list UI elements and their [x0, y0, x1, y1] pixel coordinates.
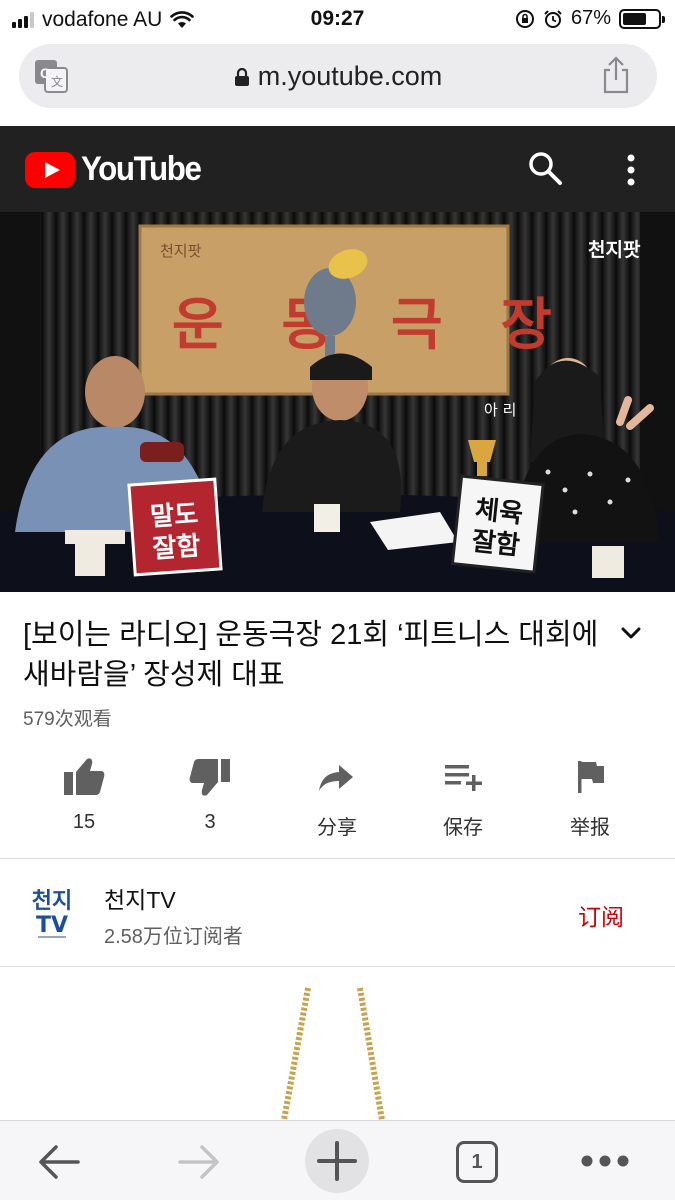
youtube-logo[interactable]: YouTube [25, 150, 211, 189]
address-bar[interactable]: G 文 m.youtube.com [19, 44, 657, 108]
lock-icon [234, 68, 249, 86]
url-display[interactable]: m.youtube.com [19, 61, 657, 92]
forward-arrow-icon[interactable] [176, 1139, 222, 1185]
save-button[interactable]: 保存 [408, 755, 518, 840]
channel-watermark: 천지팟 [588, 239, 641, 261]
backdrop-title: 운동극장 [172, 293, 610, 358]
new-tab-button[interactable] [305, 1129, 369, 1193]
url-text: m.youtube.com [257, 61, 443, 91]
like-button[interactable]: 15 [29, 755, 139, 834]
browser-toolbar: 1 [0, 1120, 675, 1200]
report-label: 举报 [570, 817, 610, 839]
avatar-text-2: TV [36, 913, 68, 938]
channel-name[interactable]: 천지TV [104, 881, 176, 915]
tab-switcher-button[interactable]: 1 [456, 1141, 498, 1183]
more-horiz-icon[interactable] [580, 1151, 630, 1171]
view-count: 579次观看 [23, 709, 112, 730]
back-arrow-icon[interactable] [36, 1139, 82, 1185]
battery-percent: 67% [570, 7, 611, 29]
video-frame: 천지팟 운동극장 말도 잘함 체육 잘함 아 리 천지팟 [0, 212, 675, 592]
battery-level [623, 12, 646, 25]
next-video-thumbnail[interactable] [0, 968, 675, 1120]
thumbnail-image [281, 987, 385, 1120]
subscribe-button[interactable]: 订阅 [578, 898, 624, 932]
search-icon[interactable] [527, 150, 563, 186]
battery-icon [619, 8, 665, 29]
thumbs-down-icon [189, 759, 230, 796]
video-title[interactable]: [보이는 라디오] 운동극장 21회 ‘피트니스 대회에 새바람을’ 장성제 대… [23, 615, 613, 695]
share-arrow-icon [319, 765, 353, 791]
share-button[interactable]: 分享 [282, 755, 392, 840]
sign-left-line1: 말도 [149, 499, 199, 532]
backdrop-small-logo: 천지팟 [160, 242, 202, 260]
action-bar: 15 3 分享 保存 举报 [0, 755, 675, 840]
share-icon[interactable] [601, 56, 631, 94]
dislike-button[interactable]: 3 [155, 755, 265, 834]
divider [0, 966, 675, 967]
divider [0, 858, 675, 859]
orientation-lock-icon [515, 9, 534, 28]
youtube-play-icon [25, 151, 75, 188]
video-player[interactable]: 천지팟 운동극장 말도 잘함 체육 잘함 아 리 천지팟 [0, 212, 675, 592]
playlist-add-icon [445, 765, 482, 791]
save-label: 保存 [443, 817, 483, 839]
status-bar: vodafone AU 09:27 67% [0, 0, 675, 38]
channel-avatar[interactable]: 천지 TV [24, 882, 80, 944]
alarm-icon [544, 9, 562, 28]
avatar-text: 천지 [32, 889, 72, 914]
subscriber-count: 2.58万位订阅者 [104, 926, 243, 948]
flag-icon [578, 761, 604, 793]
sign-right-line2: 잘함 [470, 527, 521, 562]
thumbs-up-icon [64, 758, 105, 795]
name-tag: 아 리 [484, 401, 516, 419]
status-right: 67% [515, 7, 665, 30]
dislike-count: 3 [204, 811, 216, 833]
like-count: 15 [72, 811, 96, 833]
chevron-down-icon[interactable] [620, 625, 642, 641]
share-label: 分享 [317, 817, 357, 839]
plus-icon [317, 1141, 357, 1181]
sign-right-line1: 체육 [474, 495, 525, 530]
youtube-header: YouTube [0, 126, 675, 212]
more-vert-icon[interactable] [624, 152, 638, 188]
report-button[interactable]: 举报 [535, 755, 645, 840]
youtube-wordmark: YouTube [81, 150, 202, 188]
sign-left-line2: 잘함 [152, 531, 202, 564]
